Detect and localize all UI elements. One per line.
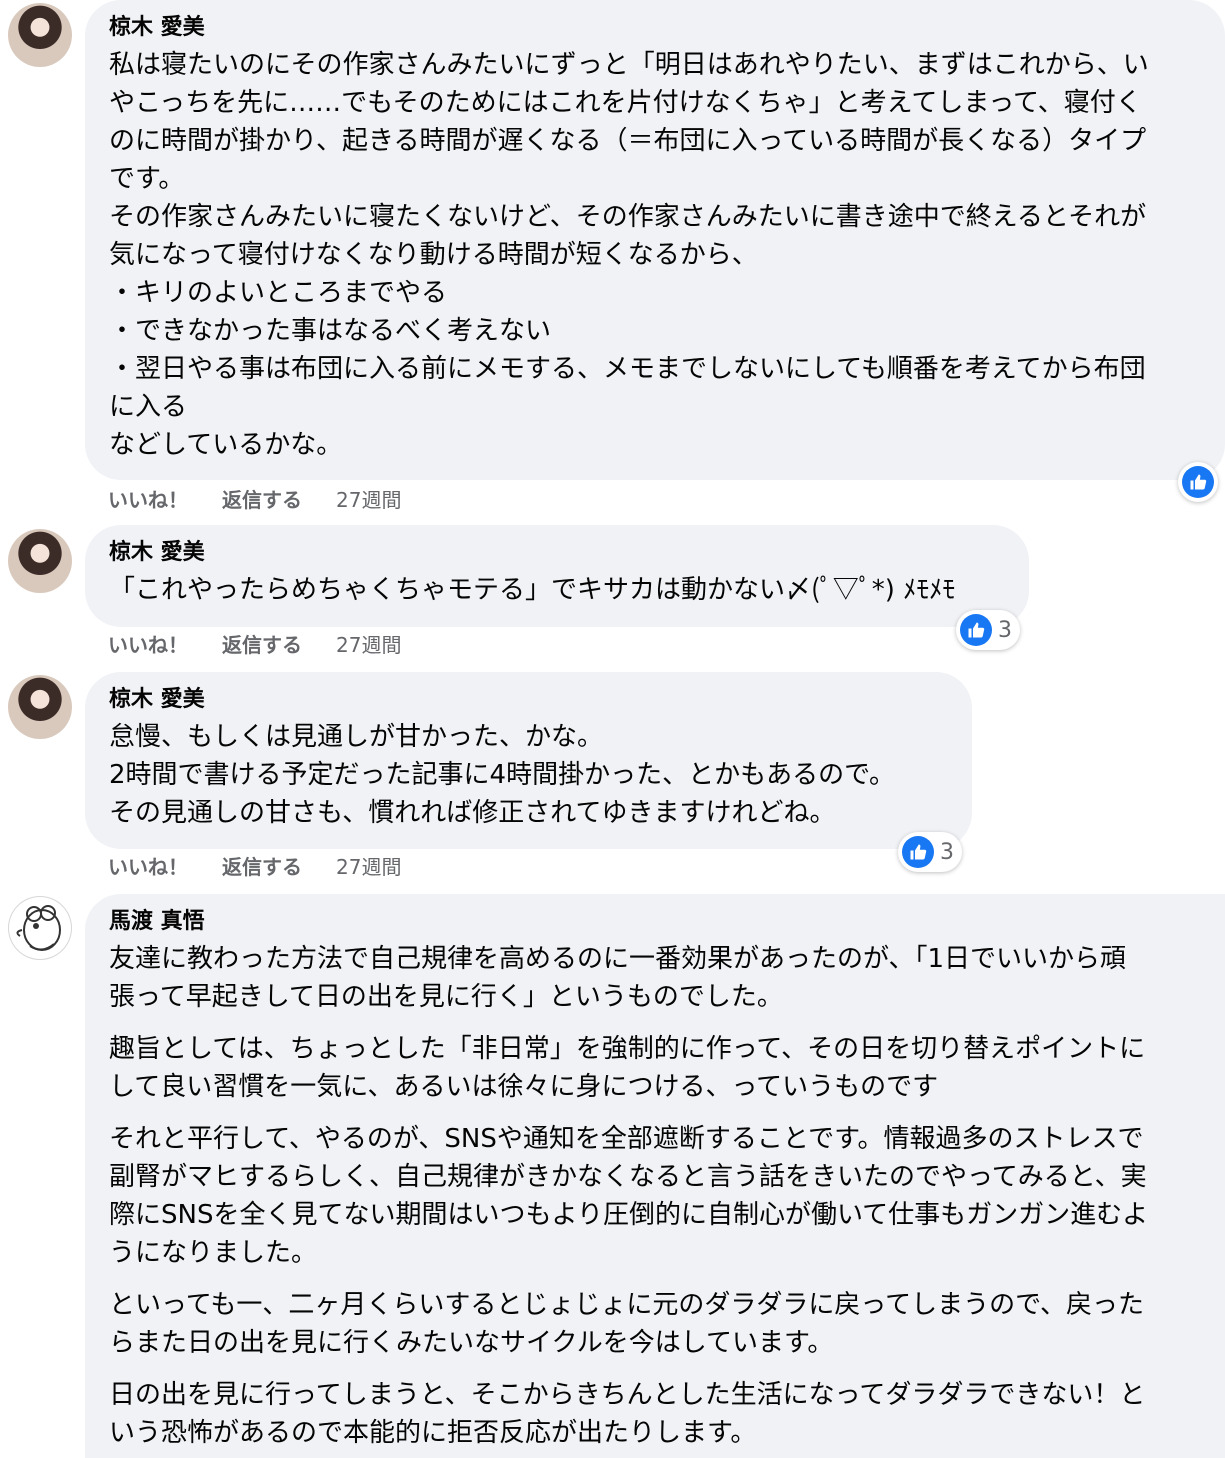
- thumbs-up-icon: [1182, 466, 1214, 498]
- reaction-badge[interactable]: [1178, 462, 1218, 502]
- comment-text-line: やこっちを先に……でもそのためにはこれを片付けなくちゃ」と考えてしまって、寝付く: [109, 88, 1142, 118]
- bird-avatar-icon[interactable]: [8, 896, 72, 960]
- comment-timestamp[interactable]: 27週間: [336, 853, 401, 881]
- comment-bubble: 椋木 愛美 私は寝たいのにその作家さんみたいにずっと「明日はあれやりたい、まずは…: [85, 0, 1225, 480]
- comment-actions: いいね！ 返信する 27週間: [108, 486, 401, 514]
- comment-text-line: らまた日の出を見に行くみたいなサイクルを今はしています。: [109, 1328, 834, 1358]
- comment-text-line: 趣旨としては、ちょっとした「非日常」を強制的に作って、その日を切り替えポイントに: [109, 1034, 1146, 1064]
- comment-text-line: などしているかな。: [109, 430, 343, 460]
- comment-text-line: 日の出を見に行ってしまうと、そこからきちんとした生活になってダラダラできない！と: [109, 1380, 1146, 1410]
- thumbs-up-icon: [960, 614, 992, 646]
- comment-text-line: うになりました。: [109, 1238, 318, 1268]
- like-link[interactable]: いいね！: [108, 631, 188, 659]
- comment-text-line: 2時間で書ける予定だった記事に4時間掛かった、とかもあるので。: [109, 760, 896, 790]
- comment-text-line: それと平行して、やるのが、SNSや通知を全部遮断することです。情報過多のストレス…: [109, 1124, 1144, 1154]
- comment-text-line: ・できなかった事はなるべく考えない: [109, 316, 552, 346]
- comment-text-line: です。: [109, 164, 185, 194]
- comment-text-line: 際にSNSを全く見てない期間はいつもより圧倒的に自制心が働いて仕事もガンガン進む…: [109, 1200, 1149, 1230]
- comment-timestamp[interactable]: 27週間: [336, 486, 401, 514]
- comment-text-line: ・翌日やる事は布団に入る前にメモする、メモまでしないにしても順番を考えてから布団: [109, 354, 1146, 384]
- comment-author[interactable]: 椋木 愛美: [109, 686, 205, 714]
- reaction-badge[interactable]: 3: [898, 832, 962, 872]
- like-link[interactable]: いいね！: [108, 853, 188, 881]
- comment-text-line: 張って早起きして日の出を見に行く」というものでした。: [109, 982, 783, 1012]
- reaction-count: 3: [940, 839, 954, 865]
- reply-link[interactable]: 返信する: [222, 631, 302, 659]
- reply-link[interactable]: 返信する: [222, 853, 302, 881]
- reaction-count: 3: [998, 617, 1012, 643]
- comment-actions: いいね！ 返信する 27週間: [108, 853, 401, 881]
- comment-text-line: ・キリのよいところまでやる: [109, 278, 448, 308]
- comment-text-line: 怠慢、もしくは見通しが甘かった、かな。: [109, 722, 604, 752]
- reaction-badge[interactable]: 3: [956, 610, 1020, 650]
- comment-text-line: 私は寝たいのにその作家さんみたいにずっと「明日はあれやりたい、まずはこれから、い: [109, 50, 1149, 80]
- like-link[interactable]: いいね！: [108, 486, 188, 514]
- comment-paragraph: といっても一、二ヶ月くらいするとじょじょに元のダラダラに戻ってしまうので、戻った…: [109, 1286, 1201, 1362]
- reply-link[interactable]: 返信する: [222, 486, 302, 514]
- comment-text-line: 友達に教わった方法で自己規律を高めるのに一番効果があったのが、「1日でいいから頑: [109, 944, 1127, 974]
- comment-text-line: して良い習慣を一気に、あるいは徐々に身につける、っていうものです: [109, 1072, 939, 1102]
- comment-text-line: その見通しの甘さも、慣れれば修正されてゆきますけれどね。: [109, 798, 836, 828]
- comment-bubble: 椋木 愛美 怠慢、もしくは見通しが甘かった、かな。 2時間で書ける予定だった記事…: [85, 672, 972, 849]
- comment-timestamp[interactable]: 27週間: [336, 631, 401, 659]
- comment-bubble: 馬渡 真悟 友達に教わった方法で自己規律を高めるのに一番効果があったのが、「1日…: [85, 894, 1225, 1458]
- comment-paragraph: 趣旨としては、ちょっとした「非日常」を強制的に作って、その日を切り替えポイントに…: [109, 1030, 1201, 1106]
- comment-author[interactable]: 椋木 愛美: [109, 539, 205, 567]
- comment-text-line: に入る: [109, 392, 188, 422]
- profile-photo-icon[interactable]: [8, 3, 72, 67]
- comment-paragraph: それと平行して、やるのが、SNSや通知を全部遮断することです。情報過多のストレス…: [109, 1120, 1201, 1272]
- thumbs-up-icon: [902, 836, 934, 868]
- comment-paragraph: 日の出を見に行ってしまうと、そこからきちんとした生活になってダラダラできない！と…: [109, 1376, 1201, 1452]
- comment-actions: いいね！ 返信する 27週間: [108, 631, 401, 659]
- comment-text-line: その作家さんみたいに寝たくないけど、その作家さんみたいに書き途中で終えるとそれが: [109, 202, 1147, 232]
- comment-text-line: といっても一、二ヶ月くらいするとじょじょに元のダラダラに戻ってしまうので、戻った: [109, 1290, 1145, 1320]
- comment-paragraph: 友達に教わった方法で自己規律を高めるのに一番効果があったのが、「1日でいいから頑…: [109, 940, 1201, 1016]
- comment-bubble: 椋木 愛美 「これやったらめちゃくちゃモテる」でキサカは動かない〆(ﾟ▽ﾟ*) …: [85, 525, 1029, 627]
- comment-text-line: 気になって寝付けなくなり動ける時間が短くなるから、: [109, 240, 758, 270]
- comment-author[interactable]: 馬渡 真悟: [109, 908, 205, 936]
- comment-author[interactable]: 椋木 愛美: [109, 14, 205, 42]
- comment-text-line: いう恐怖があるので本能的に拒否反応が出たりします。: [109, 1418, 757, 1448]
- comment-text-line: のに時間が掛かり、起きる時間が遅くなる（＝布団に入っている時間が長くなる）タイプ: [109, 126, 1147, 156]
- comment-text-line: 副腎がマヒするらしく、自己規律がきかなくなると言う話をきいたのでやってみると、実: [109, 1162, 1147, 1192]
- profile-photo-icon[interactable]: [8, 675, 72, 739]
- profile-photo-icon[interactable]: [8, 529, 72, 593]
- comment-text-line: 「これやったらめちゃくちゃモテる」でキサカは動かない〆(ﾟ▽ﾟ*) ﾒﾓﾒﾓ: [109, 575, 956, 605]
